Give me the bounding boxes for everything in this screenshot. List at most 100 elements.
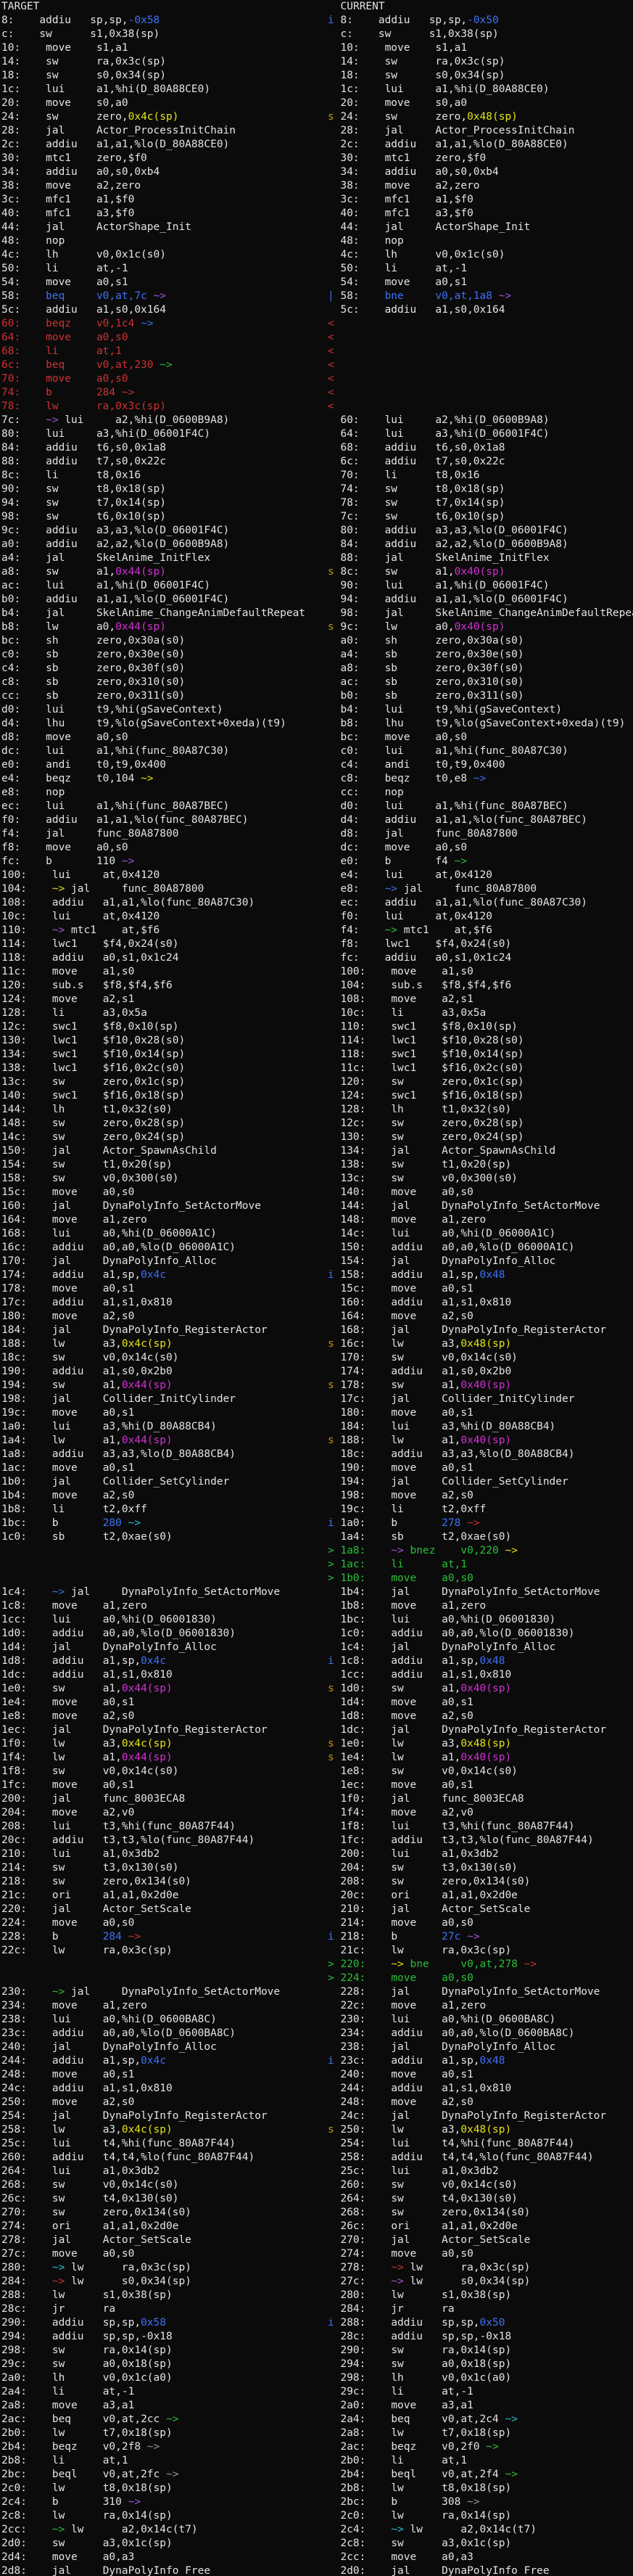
asm-text: 264: — [1, 2165, 52, 2177]
asm-row: 68: li at,1< — [0, 345, 633, 358]
asm-text: a0,%hi(D_0600BA8C) — [442, 2014, 555, 2025]
asm-row: 2d4: move a0,a3 2cc: move a0,a3 — [0, 2551, 633, 2564]
asm-row: 4c: lh v0,0x1c(s0) 4c: lh v0,0x1c(s0) — [0, 248, 633, 262]
diff-marker-insertion: > — [328, 1559, 340, 1570]
asm-text: addiu — [52, 952, 103, 964]
target-line: c8: sb zero,0x310(s0) — [0, 676, 328, 689]
asm-row: e4: beqz t0,104 ~> c8: beqz t0,e8 ~> — [0, 772, 633, 786]
target-line: 110: ~> mtc1 at,$f6 — [0, 924, 328, 938]
asm-text — [328, 2400, 340, 2411]
asm-row: 280: ~> lw ra,0x3c(sp) 278: ~> lw ra,0x3… — [0, 2261, 633, 2275]
asm-text: s1,0x38(sp) — [90, 28, 160, 40]
asm-text: lui — [385, 745, 436, 757]
asm-text: a3, — [442, 1738, 460, 1750]
asm-row: 80: lui a3,%hi(D_06001F4C) 64: lui a3,%h… — [0, 427, 633, 441]
asm-text: 114: — [1, 938, 52, 950]
target-line: 2cc: ~> lw a2,0x14c(t7) — [0, 2523, 328, 2537]
asm-text — [328, 924, 340, 936]
current-line: 17c: jal Collider_InitCylinder — [328, 1392, 633, 1406]
target-line: 100: lui at,0x4120 — [0, 869, 328, 882]
asm-row: 1bc: b 280 ~>i 1a0: b 278 ~> — [0, 1517, 633, 1530]
target-line: 15c: move a0,s0 — [0, 1186, 328, 1199]
current-line: 50: li at,-1 — [328, 262, 633, 276]
asm-text: addiu — [391, 2027, 442, 2039]
asm-text: beqz — [52, 2441, 103, 2453]
asm-text: addiu — [385, 442, 436, 454]
asm-text-y: ~> — [52, 883, 71, 895]
asm-text: 12c: — [340, 1117, 391, 1129]
current-line: 230: lui a0,%hi(D_0600BA8C) — [328, 2013, 633, 2027]
asm-text — [328, 966, 340, 977]
current-line: f4: ~> mtc1 at,$f6 — [328, 924, 633, 938]
asm-row: 50: li at,-1 50: li at,-1 — [0, 262, 633, 276]
asm-text: jal — [391, 1586, 442, 1598]
current-line: s 178: sw a1,0x40(sp) — [328, 1379, 633, 1392]
asm-text: andi — [46, 759, 96, 771]
asm-text: a2,a2,%lo(D_0600B9A8) — [435, 538, 568, 550]
asm-text: 2c: — [340, 139, 384, 150]
current-line: 40: mfc1 a3,$f0 — [328, 207, 633, 221]
asm-text: 11c: — [340, 1062, 391, 1074]
asm-text: a0,%hi(D_06001830) — [103, 1614, 217, 1625]
asm-row: 44: jal ActorShape_Init 44: jal ActorSha… — [0, 221, 633, 234]
asm-text: 2c4: — [1, 2496, 52, 2508]
asm-text: 2b0: — [340, 2455, 391, 2466]
asm-text-r: b — [46, 387, 96, 398]
current-line: 134: jal Actor_SpawnAsChild — [328, 1144, 633, 1158]
current-line: 21c: lw ra,0x3c(sp) — [328, 1944, 633, 1958]
asm-text — [328, 787, 340, 798]
asm-text-b: 0x4c — [141, 2055, 166, 2067]
current-line: 1c4: jal DynaPolyInfo_Alloc — [328, 1641, 633, 1654]
asm-text — [328, 1297, 340, 1308]
asm-row: 98: sw t6,0x10(sp) 7c: sw t6,0x10(sp) — [0, 510, 633, 524]
asm-text: 14: — [340, 56, 384, 67]
asm-row: 1f4: lw a1,0x44(sp)s 1e4: lw a1,0x40(sp) — [0, 1751, 633, 1765]
asm-text: lui — [391, 2014, 442, 2025]
asm-text: beql — [52, 2469, 103, 2480]
asm-text: mfc1 — [46, 194, 96, 205]
asm-row: c: sw s1,0x38(sp) c: sw s1,0x38(sp) — [0, 28, 633, 41]
target-line: 1b0: jal Collider_SetCylinder — [0, 1475, 328, 1489]
asm-text: lh — [46, 249, 96, 261]
asm-text: 230: — [1, 1986, 52, 1998]
current-line: 1d4: move a0,s1 — [328, 1696, 633, 1710]
asm-text: a3, — [103, 2124, 122, 2136]
asm-text: move — [391, 2000, 442, 2011]
asm-text: t9,%hi(gSaveContext) — [435, 704, 562, 715]
target-line: 13c: sw zero,0x1c(sp) — [0, 1075, 328, 1089]
asm-text: 128: — [340, 1104, 391, 1115]
diff-marker-insertion: > — [328, 1545, 340, 1556]
asm-text: 28: — [1, 125, 46, 136]
asm-text: a1,0x3db2 — [103, 1848, 160, 1860]
asm-row: 28c: jr ra 284: jr ra — [0, 2302, 633, 2316]
target-line: 134: swc1 $f10,0x14(sp) — [0, 1048, 328, 1062]
asm-text: 1cc: — [340, 1669, 391, 1681]
asm-text: a3,%hi(D_80A88CB4) — [442, 1421, 555, 1432]
asm-text: zero,0x30e(s0) — [435, 649, 524, 660]
asm-text: 13c: — [340, 1173, 391, 1184]
asm-row: 15c: move a0,s0 140: move a0,s0 — [0, 1186, 633, 1199]
asm-text: a2,s1 — [103, 993, 135, 1005]
asm-row: 200: jal func_8003ECA8 1f0: jal func_800… — [0, 1792, 633, 1806]
asm-text: jal — [391, 2234, 442, 2246]
asm-text: ra,0x14(sp) — [103, 2510, 173, 2522]
current-line: c8: beqz t0,e8 ~> — [328, 772, 633, 786]
asm-text: li — [385, 469, 436, 481]
asm-text: a2,s1 — [442, 993, 473, 1005]
asm-text: lwc1 — [391, 1062, 442, 1074]
asm-text: addiu — [391, 2083, 442, 2094]
asm-row: 60: beqz v0,1c4 ~>< — [0, 317, 633, 331]
asm-row: f8: move a0,s0 dc: move a0,s0 — [0, 841, 633, 855]
asm-text: addiu — [385, 525, 436, 536]
asm-text: a0,s0 — [442, 2248, 473, 2260]
asm-text-b: ~> — [134, 318, 153, 329]
asm-text: $f8,$f4,$f6 — [103, 980, 173, 991]
asm-text: at,$f6 — [455, 924, 492, 936]
target-line: 290: addiu sp,sp,0x58 — [0, 2316, 328, 2330]
asm-text: jal — [391, 1903, 442, 1915]
asm-text: 124: — [340, 1090, 391, 1102]
asm-text: 58: — [340, 290, 384, 302]
asm-text: Collider_InitCylinder — [103, 1393, 236, 1405]
asm-text-c: ~> — [499, 2413, 518, 2425]
asm-row: 1f0: lw a3,0x4c(sp)s 1e0: lw a3,0x48(sp) — [0, 1737, 633, 1751]
